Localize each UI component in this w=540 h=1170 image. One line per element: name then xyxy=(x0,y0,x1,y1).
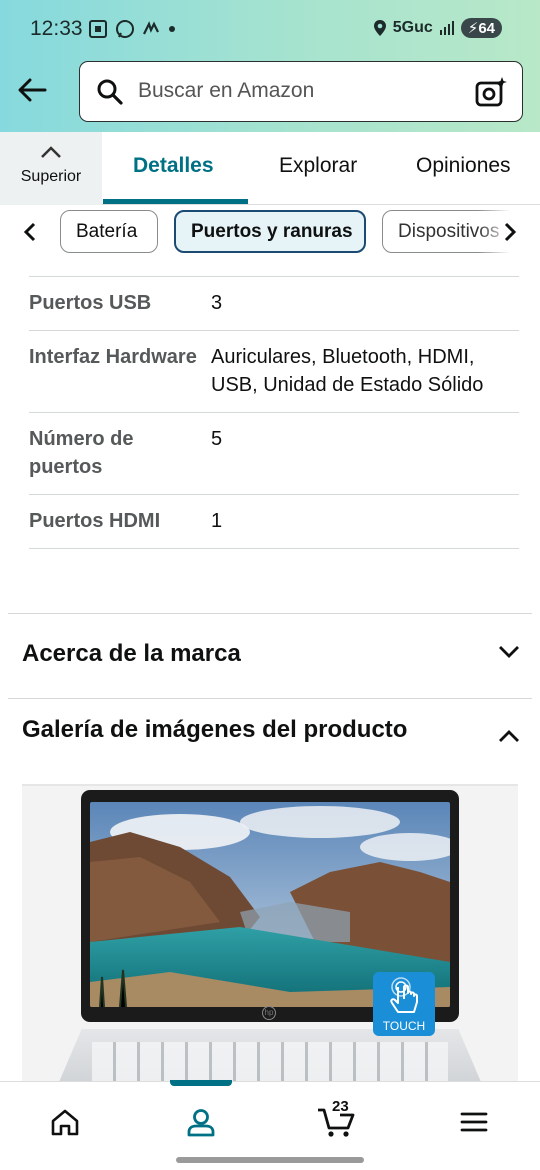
spec-key: Interfaz Hardware xyxy=(29,346,197,368)
home-icon xyxy=(51,1109,79,1136)
tab-explorar[interactable]: Explorar xyxy=(279,154,357,178)
spec-value: 1 xyxy=(211,510,223,532)
messaging-app-icon xyxy=(143,21,159,35)
chevron-down-icon[interactable] xyxy=(498,645,520,659)
network-label: 5Guc xyxy=(392,19,433,36)
table-row: Puertos USB 3 xyxy=(29,276,519,330)
location-icon xyxy=(373,20,386,36)
spec-key: Puertos HDMI xyxy=(29,510,161,532)
spec-value: Auriculares, Bluetooth, HDMI, USB, Unida… xyxy=(211,346,484,396)
nav-account[interactable] xyxy=(181,1102,221,1142)
nav-menu[interactable] xyxy=(454,1102,494,1142)
screenshot-icon xyxy=(89,20,107,38)
camera-search-icon[interactable] xyxy=(474,75,508,109)
table-row: Puertos HDMI 1 xyxy=(29,494,519,549)
table-row: Interfaz Hardware Auriculares, Bluetooth… xyxy=(29,330,519,412)
spec-value: 3 xyxy=(211,292,223,314)
active-tab-indicator xyxy=(103,199,248,204)
product-image[interactable]: hp TOUCH xyxy=(22,784,518,1084)
scroll-to-top-button[interactable]: Superior xyxy=(0,132,102,205)
search-icon xyxy=(97,79,123,105)
touch-badge: TOUCH xyxy=(373,972,435,1036)
arrow-left-icon xyxy=(18,78,47,102)
laptop-keyboard xyxy=(92,1042,448,1084)
spec-table: Puertos USB 3 Interfaz Hardware Auricula… xyxy=(29,276,519,549)
filter-chips: Batería Puertos y ranuras Dispositivos xyxy=(0,206,540,258)
search-bar[interactable] xyxy=(79,61,523,122)
section-brand-title[interactable]: Acerca de la marca xyxy=(22,640,241,668)
person-icon xyxy=(187,1109,215,1137)
battery-level: 64 xyxy=(478,20,495,37)
chevron-up-icon[interactable] xyxy=(498,729,520,743)
status-bar: 12:33 5Guc ⚡64 xyxy=(0,0,540,58)
chevron-up-icon xyxy=(41,146,61,158)
chip-puertos-y-ranuras[interactable]: Puertos y ranuras xyxy=(174,210,366,253)
tab-opiniones[interactable]: Opiniones xyxy=(416,154,511,178)
touch-badge-label: TOUCH xyxy=(382,1019,426,1033)
back-button[interactable] xyxy=(12,70,52,110)
section-gallery-title[interactable]: Galería de imágenes del producto xyxy=(22,716,407,744)
spec-value: 5 xyxy=(211,428,223,450)
status-time: 12:33 xyxy=(30,17,83,40)
hp-logo: hp xyxy=(262,1006,276,1020)
spec-key: Puertos USB xyxy=(29,292,152,314)
touch-hand-icon xyxy=(390,977,418,1013)
hamburger-menu-icon xyxy=(460,1112,488,1132)
notification-dot-icon xyxy=(169,26,175,32)
whatsapp-icon xyxy=(116,20,134,38)
tab-detalles[interactable]: Detalles xyxy=(133,154,214,178)
nav-home[interactable] xyxy=(45,1102,85,1142)
spec-key: Número de puertos xyxy=(29,428,134,478)
nav-cart[interactable] xyxy=(316,1102,356,1142)
app-header: 12:33 5Guc ⚡64 xyxy=(0,0,540,132)
tab-bar: Superior Detalles Explorar Opiniones xyxy=(0,132,540,205)
table-row: Número de puertos 5 xyxy=(29,412,519,494)
battery-indicator: ⚡64 xyxy=(460,18,502,38)
active-nav-indicator xyxy=(170,1080,232,1086)
divider xyxy=(8,613,532,614)
chip-bateria[interactable]: Batería xyxy=(60,210,158,253)
scroll-to-top-label: Superior xyxy=(20,168,82,185)
search-input[interactable] xyxy=(138,79,458,103)
chevron-right-icon[interactable] xyxy=(502,220,518,244)
divider xyxy=(8,698,532,699)
signal-icon xyxy=(439,21,454,35)
home-indicator[interactable] xyxy=(176,1157,364,1163)
cart-icon xyxy=(318,1108,355,1137)
chevron-left-icon[interactable] xyxy=(22,220,38,244)
